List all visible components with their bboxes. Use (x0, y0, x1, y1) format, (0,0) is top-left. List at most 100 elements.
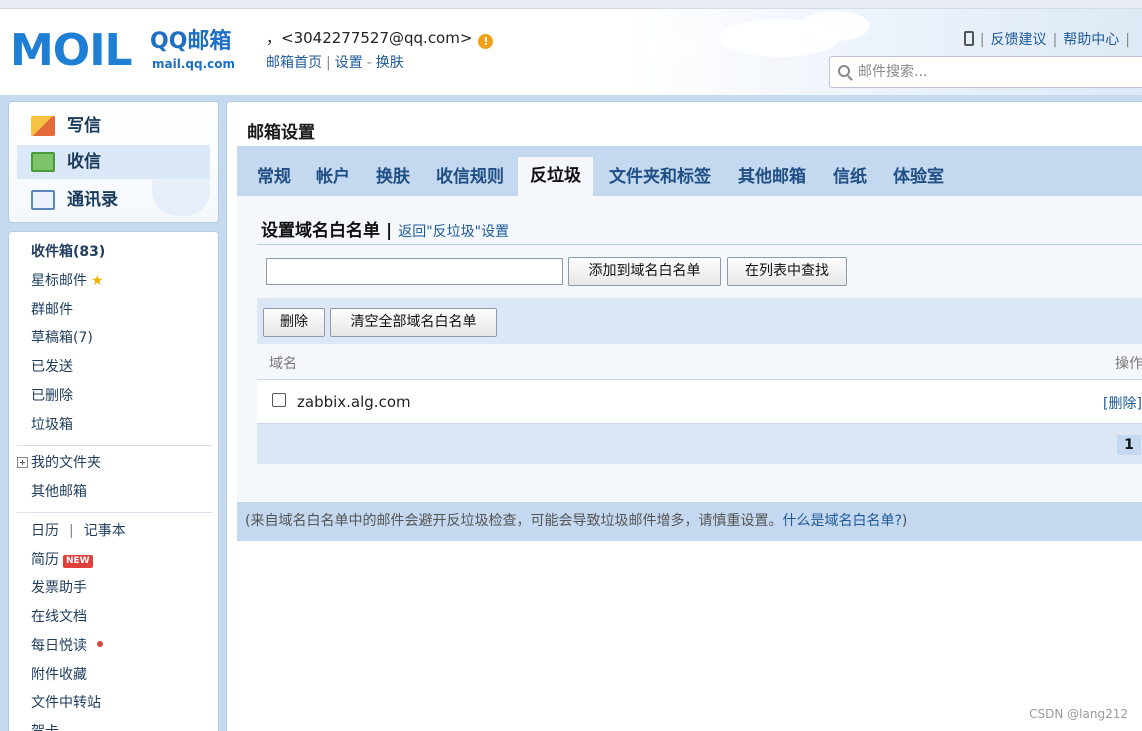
nav-invoice-assistant[interactable]: 发票助手 (31, 578, 87, 598)
section-divider (257, 244, 1142, 245)
separator: | (979, 32, 985, 48)
table-row: zabbix.alg.com [删除] (257, 380, 1142, 424)
column-domain: 域名 (269, 356, 297, 372)
right-links: | 反馈建议 | 帮助中心 | (963, 29, 1136, 49)
nav-daily-reading-label: 每日悦读 (31, 638, 87, 654)
tab-general[interactable]: 常规 (245, 158, 303, 196)
note-text: (来自域名白名单中的邮件会避开反垃圾检查，可能会导致垃圾邮件增多，请慎重设置。 (245, 513, 783, 529)
whitelist-note: (来自域名白名单中的邮件会避开反垃圾检查，可能会导致垃圾邮件增多，请慎重设置。什… (237, 502, 1142, 541)
phone-icon[interactable] (963, 31, 974, 46)
cloud-decoration (640, 39, 700, 59)
nav-notes[interactable]: 记事本 (84, 523, 126, 539)
nav-junk[interactable]: 垃圾箱 (31, 415, 73, 435)
compose-panel: 写信 收信 通讯录 (8, 101, 219, 223)
expand-icon[interactable] (17, 457, 28, 468)
separator: | (1052, 32, 1058, 48)
tab-folders-labels[interactable]: 文件夹和标签 (597, 158, 723, 196)
row-checkbox[interactable] (272, 393, 286, 407)
tab-antispam[interactable]: 反垃圾 (518, 157, 593, 196)
delete-button[interactable]: 删除 (263, 308, 325, 337)
nav-deleted[interactable]: 已删除 (31, 386, 73, 406)
nav-attachments[interactable]: 附件收藏 (31, 665, 87, 685)
warning-icon[interactable]: ! (478, 34, 494, 49)
pencil-icon (31, 116, 55, 136)
user-email: ，<3042277527@qq.com> (266, 29, 473, 47)
separator: - (366, 55, 372, 71)
nav-calendar-notes: 日历 | 记事本 (31, 521, 126, 541)
link-feedback[interactable]: 反馈建议 (991, 32, 1047, 48)
row-delete-link[interactable]: [删除] (1103, 393, 1142, 413)
nav-sent[interactable]: 已发送 (31, 357, 73, 377)
browser-top-strip (0, 0, 1142, 9)
receive-button[interactable]: 收信 (17, 145, 210, 179)
qq-mail-logo[interactable]: MOIL QQ邮箱 mail.qq.com (10, 27, 242, 83)
compose-button[interactable]: 写信 (17, 109, 210, 143)
page-number[interactable]: 1 (1117, 435, 1141, 455)
logo-moil: MOIL (10, 25, 133, 76)
receive-label: 收信 (67, 152, 101, 172)
user-account: ，<3042277527@qq.com>! (266, 29, 494, 49)
separator: | (69, 523, 74, 539)
tab-account[interactable]: 帐户 (304, 158, 362, 196)
add-to-whitelist-button[interactable]: 添加到域名白名单 (568, 257, 721, 286)
nav-other-mailboxes[interactable]: 其他邮箱 (31, 482, 87, 502)
row-domain: zabbix.alg.com (297, 393, 411, 411)
logo-url: mail.qq.com (152, 57, 235, 71)
what-is-whitelist-link[interactable]: 什么是域名白名单? (782, 513, 901, 529)
nav-inbox[interactable]: 收件箱(83) (31, 242, 105, 262)
link-mailbox-home[interactable]: 邮箱首页 (266, 55, 322, 71)
search-placeholder: 邮件搜索... (858, 64, 928, 80)
pager: 1 (257, 424, 1142, 464)
nav-daily-reading[interactable]: 每日悦读 (31, 636, 103, 656)
nav-resume[interactable]: 简历 NEW (31, 550, 93, 570)
nav-divider (17, 512, 212, 513)
separator: | (1125, 32, 1130, 48)
link-skin[interactable]: 换肤 (376, 55, 404, 71)
table-header: 域名 操作 (257, 344, 1142, 380)
tab-lab[interactable]: 体验室 (881, 158, 956, 196)
section-title: 设置域名白名单 (261, 221, 380, 241)
contact-card-icon (31, 190, 55, 210)
whitelist-content: 设置域名白名单 | 返回"反垃圾"设置 添加到域名白名单 在列表中查找 删除 清空全… (237, 196, 1142, 503)
separator: | (386, 221, 393, 241)
tab-other-mailboxes[interactable]: 其他邮箱 (726, 158, 818, 196)
nav-calendar[interactable]: 日历 (31, 523, 59, 539)
link-settings[interactable]: 设置 (335, 55, 363, 71)
tab-stationery[interactable]: 信纸 (821, 158, 879, 196)
domain-input[interactable] (266, 258, 563, 285)
watermark: CSDN @lang212 (1029, 707, 1128, 721)
tab-skin[interactable]: 换肤 (364, 158, 422, 196)
column-action: 操作 (1115, 356, 1142, 372)
clear-whitelist-button[interactable]: 清空全部域名白名单 (330, 308, 497, 337)
header: MOIL QQ邮箱 mail.qq.com ，<3042277527@qq.co… (0, 9, 1142, 95)
top-links: 邮箱首页 | 设置 - 换肤 (266, 52, 404, 72)
find-in-list-button[interactable]: 在列表中查找 (727, 257, 847, 286)
logo-brand: QQ邮箱 (150, 29, 232, 54)
folder-nav: 收件箱(83) 星标邮件 ★ 群邮件 草稿箱(7) 已发送 已删除 垃圾箱 我的文… (8, 231, 219, 731)
settings-tabs: 常规 帐户 换肤 收信规则 反垃圾 文件夹和标签 其他邮箱 信纸 体验室 (237, 146, 1142, 196)
contacts-button[interactable]: 通讯录 (17, 183, 210, 217)
back-to-antispam-link[interactable]: 返回"反垃圾"设置 (398, 224, 509, 240)
note-end: ) (901, 513, 908, 529)
unread-dot-icon (97, 641, 103, 647)
nav-divider (17, 445, 212, 446)
nav-group-mail[interactable]: 群邮件 (31, 300, 73, 320)
nav-my-folders-label: 我的文件夹 (31, 455, 101, 471)
nav-starred[interactable]: 星标邮件 ★ (31, 271, 104, 291)
compose-label: 写信 (67, 116, 101, 136)
nav-drafts[interactable]: 草稿箱(7) (31, 328, 93, 348)
contacts-label: 通讯录 (67, 190, 118, 210)
nav-file-transfer[interactable]: 文件中转站 (31, 693, 101, 713)
list-toolbar: 删除 清空全部域名白名单 (257, 298, 1142, 344)
new-badge: NEW (63, 555, 93, 568)
tab-rules[interactable]: 收信规则 (424, 158, 516, 196)
nav-card[interactable]: 贺卡 (31, 722, 59, 731)
nav-my-folders[interactable]: 我的文件夹 (17, 453, 101, 473)
nav-online-docs[interactable]: 在线文档 (31, 607, 87, 627)
settings-main: 邮箱设置 常规 帐户 换肤 收信规则 反垃圾 文件夹和标签 其他邮箱 信纸 体验… (226, 101, 1142, 731)
link-help-center[interactable]: 帮助中心 (1063, 32, 1119, 48)
nav-starred-label: 星标邮件 (31, 273, 87, 289)
separator: | (326, 55, 331, 71)
star-icon: ★ (91, 273, 104, 289)
mail-search-input[interactable]: 邮件搜索... (829, 56, 1142, 88)
